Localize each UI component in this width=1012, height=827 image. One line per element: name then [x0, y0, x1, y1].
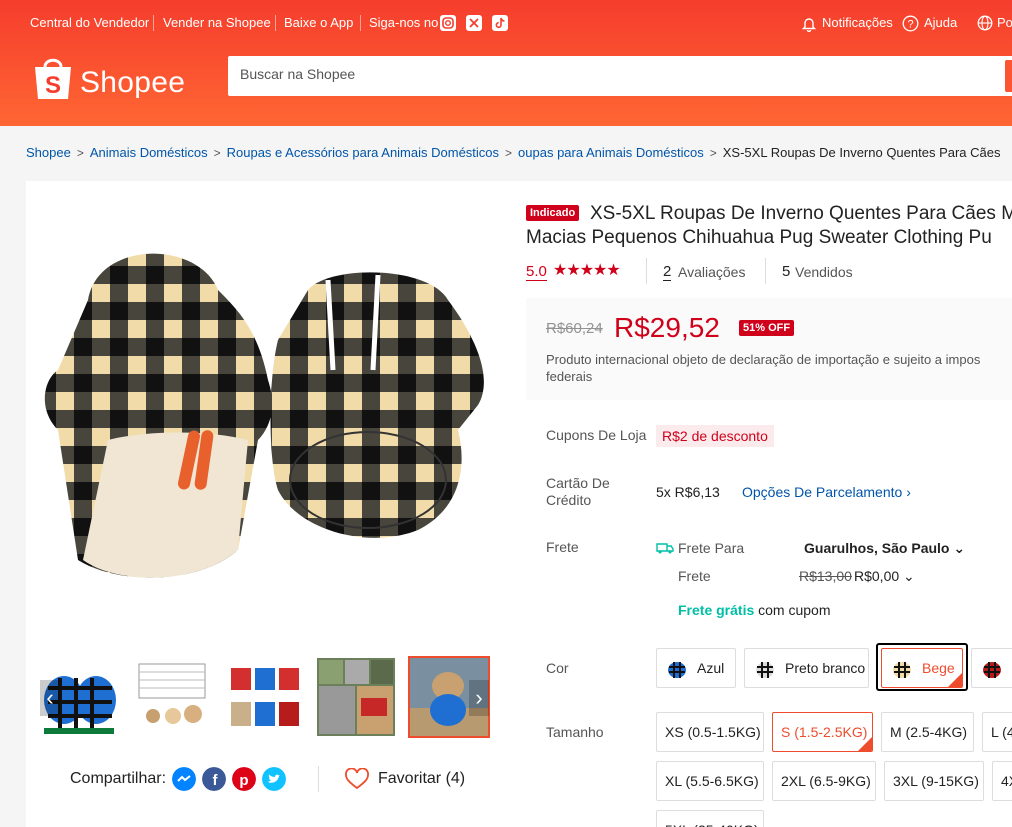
- ship-to-location[interactable]: Guarulhos, São Paulo ⌄: [804, 540, 965, 557]
- color-option-azul[interactable]: Azul: [656, 648, 736, 688]
- color-label: Cor: [546, 660, 569, 676]
- discount-badge: 51% OFF: [739, 320, 795, 336]
- divider: [275, 15, 276, 31]
- size-option-l[interactable]: L (4: [982, 712, 1012, 752]
- download-app-link[interactable]: Baixe o App: [284, 15, 353, 30]
- thumbnail-image[interactable]: [315, 656, 397, 738]
- globe-icon: [977, 15, 993, 31]
- size-option-xl[interactable]: XL (5.5-6.5KG): [656, 761, 764, 801]
- rating-stars: ★★★★★: [553, 262, 621, 279]
- chevron-down-icon: ⌄: [903, 568, 915, 584]
- selected-check-icon: [858, 737, 872, 751]
- heart-icon[interactable]: [344, 768, 370, 790]
- divider: [153, 15, 154, 31]
- color-option-preto-branco[interactable]: Preto branco: [744, 648, 869, 688]
- breadcrumb-current: XS-5XL Roupas De Inverno Quentes Para Cã…: [722, 145, 1001, 160]
- help-link[interactable]: Ajuda: [924, 15, 957, 30]
- selected-check-icon: [948, 673, 962, 687]
- size-option-xs[interactable]: XS (0.5-1.5KG): [656, 712, 764, 752]
- search-button[interactable]: [1005, 60, 1012, 92]
- twitter-icon[interactable]: [262, 767, 286, 791]
- svg-text:S: S: [45, 72, 61, 99]
- size-option-s-selected[interactable]: S (1.5-2.5KG): [772, 712, 873, 752]
- shipping-label: Frete: [546, 539, 579, 555]
- seller-center-link[interactable]: Central do Vendedor: [30, 15, 149, 30]
- reviews-label: Avaliações: [678, 264, 746, 280]
- installments-link[interactable]: Opções De Parcelamento ›: [742, 484, 911, 500]
- ship-to-label: Frete Para: [678, 540, 745, 556]
- size-label: Tamanho: [546, 724, 604, 740]
- product-title: XS-5XL Roupas De Inverno Quentes Para Cã…: [590, 203, 1012, 224]
- help-icon: ?: [902, 15, 919, 32]
- truck-icon: [656, 543, 674, 554]
- instagram-icon[interactable]: [440, 15, 456, 31]
- thumbnail-image[interactable]: [131, 656, 213, 738]
- sold-count: 5: [782, 263, 791, 280]
- breadcrumb: Shopee > Animais Domésticos > Roupas e Acess…: [26, 145, 1001, 160]
- size-option-2xl[interactable]: 2XL (6.5-9KG): [772, 761, 876, 801]
- breadcrumb-pets[interactable]: Animais Domésticos: [90, 145, 208, 160]
- language-link[interactable]: Po: [997, 15, 1012, 30]
- notifications-link[interactable]: Notificações: [822, 15, 893, 30]
- bell-icon: [802, 18, 816, 32]
- search-bar: [228, 56, 1012, 96]
- sell-link[interactable]: Vender na Shopee: [163, 15, 271, 30]
- chevron-right-icon: >: [213, 146, 221, 160]
- shipping-cost-label: Frete: [678, 568, 711, 584]
- brand-name[interactable]: Shopee: [80, 66, 185, 100]
- divider: [318, 766, 319, 792]
- chevron-right-icon: >: [505, 146, 513, 160]
- breadcrumb-home[interactable]: Shopee: [26, 145, 71, 160]
- shopee-bag-icon[interactable]: S: [33, 55, 73, 101]
- coupons-label: Cupons De Loja: [546, 427, 647, 443]
- breadcrumb-pet-apparel[interactable]: oupas para Animais Domésticos: [518, 145, 704, 160]
- installments-value: 5x R$6,13: [656, 484, 720, 500]
- current-price: R$29,52: [614, 312, 720, 343]
- thumbnail-next-button[interactable]: ›: [469, 680, 489, 716]
- tiktok-icon[interactable]: [492, 15, 508, 31]
- thumbnail-prev-button[interactable]: ‹: [40, 680, 60, 716]
- coupon-tag[interactable]: R$2 de desconto: [656, 425, 774, 447]
- size-option-5xl[interactable]: 5XL (25-40KG): [656, 810, 764, 827]
- size-option-m[interactable]: M (2.5-4KG): [881, 712, 974, 752]
- facebook-icon[interactable]: f: [202, 767, 226, 791]
- follow-label: Siga-nos no: [369, 15, 439, 30]
- divider: [360, 15, 361, 31]
- chevron-down-icon: ⌄: [953, 540, 966, 556]
- chevron-right-icon: >: [76, 146, 84, 160]
- product-title-line2: Macias Pequenos Chihuahua Pug Sweater Cl…: [526, 227, 992, 248]
- header: Central do Vendedor Vender na Shopee Bai…: [0, 0, 1012, 126]
- free-shipping-note: Frete grátis com cupom: [678, 602, 831, 618]
- reviews-count[interactable]: 2: [663, 263, 672, 281]
- rating-score[interactable]: 5.0: [526, 263, 547, 281]
- original-price: R$60,24: [546, 320, 603, 337]
- messenger-icon[interactable]: [172, 767, 196, 791]
- size-option-4xl[interactable]: 4X: [992, 761, 1012, 801]
- divider: [765, 258, 766, 284]
- share-label: Compartilhar:: [70, 770, 167, 787]
- thumbnail-image[interactable]: [223, 656, 305, 738]
- svg-text:?: ?: [907, 19, 913, 31]
- favorite-button[interactable]: Favoritar (4): [378, 770, 465, 788]
- color-option-bege-selected[interactable]: Bege: [881, 648, 963, 688]
- x-twitter-icon[interactable]: [466, 15, 482, 31]
- import-notice: Produto internacional objeto de declaraç…: [546, 352, 981, 384]
- shipping-cost[interactable]: R$0,00 ⌄: [854, 568, 915, 585]
- color-option-red[interactable]: [971, 648, 1012, 688]
- sold-label: Vendidos: [795, 264, 853, 280]
- chevron-right-icon: >: [709, 146, 717, 160]
- svg-text:p: p: [239, 772, 248, 789]
- product-main-image[interactable]: [38, 230, 498, 590]
- top-navbar: Central do Vendedor Vender na Shopee Bai…: [0, 6, 1012, 40]
- credit-label: Cartão De Crédito: [546, 475, 610, 508]
- shipping-old-cost: R$13,00: [799, 568, 852, 584]
- breadcrumb-pet-clothing[interactable]: Roupas e Acessórios para Animais Domésti…: [227, 145, 499, 160]
- size-option-3xl[interactable]: 3XL (9-15KG): [884, 761, 984, 801]
- search-input[interactable]: [240, 66, 1000, 82]
- pinterest-icon[interactable]: p: [232, 767, 256, 791]
- divider: [646, 258, 647, 284]
